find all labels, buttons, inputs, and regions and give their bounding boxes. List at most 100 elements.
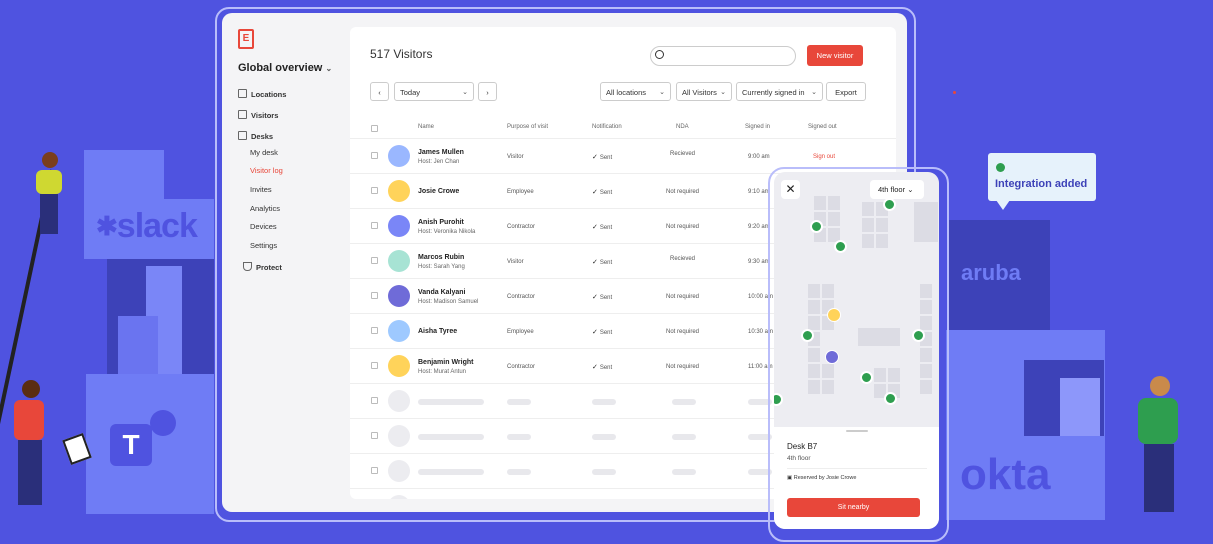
col-nda[interactable]: NDA [676, 124, 689, 130]
row-checkbox[interactable] [371, 187, 378, 194]
purpose-cell: Visitor [507, 259, 524, 265]
visitors-select[interactable]: All Visitors ⌄ [676, 82, 732, 101]
visitor-name[interactable]: James Mullen [418, 149, 464, 156]
sidebar-item-visitors[interactable]: Visitors [238, 110, 278, 120]
sidebar-item-visitor-log[interactable]: Visitor log [250, 166, 283, 175]
desk-shape[interactable] [808, 316, 820, 330]
sheet-handle[interactable] [846, 430, 868, 432]
avatar [388, 215, 410, 237]
sign-out-link[interactable]: Sign out [813, 154, 835, 160]
desk-shape[interactable] [808, 300, 820, 314]
sidebar-item-locations[interactable]: Locations [238, 89, 286, 99]
available-desk-dot[interactable] [860, 371, 873, 384]
sidebar-item-desks[interactable]: Desks [238, 131, 273, 141]
visitor-name[interactable]: Vanda Kalyani [418, 289, 465, 296]
row-checkbox[interactable] [371, 292, 378, 299]
locations-select[interactable]: All locations ⌄ [600, 82, 671, 101]
sidebar-item-invites[interactable]: Invites [250, 185, 272, 194]
date-select[interactable]: Today ⌄ [394, 82, 474, 101]
signed-in-cell: 9:20 am [748, 224, 770, 230]
available-desk-dot[interactable] [912, 329, 925, 342]
desk-shape[interactable] [828, 212, 840, 226]
visitor-name[interactable]: Benjamin Wright [418, 359, 473, 366]
floor-select[interactable]: 4th floor ⌄ [870, 180, 924, 199]
col-signed-in[interactable]: Signed in [745, 124, 770, 130]
sidebar-item-devices[interactable]: Devices [250, 222, 277, 231]
desk-shape[interactable] [828, 196, 840, 210]
row-checkbox[interactable] [371, 467, 378, 474]
available-desk-dot[interactable] [834, 240, 847, 253]
desk-shape[interactable] [862, 202, 874, 216]
col-purpose[interactable]: Purpose of visit [507, 124, 548, 130]
desk-shape[interactable] [920, 300, 932, 314]
desk-shape[interactable] [822, 284, 834, 298]
export-button[interactable]: Export [826, 82, 866, 101]
red-dot [953, 91, 956, 94]
available-desk-dot[interactable] [883, 198, 896, 211]
available-desk-dot[interactable] [774, 393, 783, 406]
desk-shape[interactable] [862, 218, 874, 232]
avatar [388, 320, 410, 342]
row-checkbox[interactable] [371, 397, 378, 404]
visitor-name[interactable]: Anish Purohit [418, 219, 464, 226]
desk-shape[interactable] [808, 364, 820, 378]
available-desk-dot[interactable] [884, 392, 897, 405]
avatar [388, 355, 410, 377]
visitor-name[interactable]: Josie Crowe [418, 188, 459, 195]
row-checkbox[interactable] [371, 257, 378, 264]
desk-shape[interactable] [858, 328, 900, 346]
shield-icon [243, 262, 252, 271]
teams-logo: T [110, 424, 152, 466]
sidebar-item-analytics[interactable]: Analytics [250, 204, 280, 213]
desk-shape[interactable] [808, 284, 820, 298]
desk-shape[interactable] [920, 348, 932, 362]
desk-shape[interactable] [876, 218, 888, 232]
row-checkbox[interactable] [371, 432, 378, 439]
desk-shape[interactable] [920, 316, 932, 330]
search-input[interactable] [650, 46, 796, 66]
row-checkbox[interactable] [371, 327, 378, 334]
select-all-checkbox[interactable] [371, 125, 378, 132]
visitor-name[interactable]: Marcos Rubin [418, 254, 464, 261]
col-signed-out[interactable]: Signed out [808, 124, 837, 130]
desk-shape[interactable] [862, 234, 874, 248]
desk-shape[interactable] [814, 196, 826, 210]
desk-shape[interactable] [808, 380, 820, 394]
new-visitor-button[interactable]: New visitor [807, 45, 863, 66]
sidebar-item-settings[interactable]: Settings [250, 241, 277, 250]
phone-app: ✕ 4th floor ⌄ Desk B7 4th floor ▣ Reserv… [774, 172, 939, 529]
status-select[interactable]: Currently signed in ⌄ [736, 82, 823, 101]
available-desk-dot[interactable] [810, 220, 823, 233]
check-icon: ✓ [592, 154, 600, 161]
purpose-cell: Contractor [507, 224, 536, 230]
row-checkbox[interactable] [371, 362, 378, 369]
sit-nearby-button[interactable]: Sit nearby [787, 498, 920, 517]
desk-shape[interactable] [920, 364, 932, 378]
desk-shape[interactable] [808, 348, 820, 362]
sidebar-item-my-desk[interactable]: My desk [250, 148, 278, 157]
sidebar-title[interactable]: Global overview ⌄ [238, 62, 332, 74]
occupant-avatar[interactable] [827, 308, 841, 322]
desk-shape[interactable] [874, 368, 886, 382]
check-icon: ✓ [592, 224, 600, 231]
desk-shape[interactable] [888, 368, 900, 382]
desk-shape[interactable] [822, 364, 834, 378]
app-logo: E [238, 29, 254, 49]
sidebar-item-protect[interactable]: Protect [243, 262, 282, 272]
col-name[interactable]: Name [418, 124, 434, 130]
desk-shape[interactable] [920, 284, 932, 298]
desk-shape[interactable] [822, 380, 834, 394]
occupant-avatar[interactable] [825, 350, 839, 364]
desk-shape[interactable] [876, 234, 888, 248]
next-day-button[interactable]: › [478, 82, 497, 101]
row-checkbox[interactable] [371, 152, 378, 159]
available-desk-dot[interactable] [801, 329, 814, 342]
prev-day-button[interactable]: ‹ [370, 82, 389, 101]
close-button[interactable]: ✕ [781, 180, 800, 199]
visitor-name[interactable]: Aisha Tyree [418, 328, 457, 335]
desk-shape[interactable] [920, 380, 932, 394]
row-checkbox[interactable] [371, 222, 378, 229]
desk-shape[interactable] [914, 202, 938, 242]
slack-logo: ✱slack [96, 207, 198, 245]
col-notification[interactable]: Notification [592, 124, 622, 130]
